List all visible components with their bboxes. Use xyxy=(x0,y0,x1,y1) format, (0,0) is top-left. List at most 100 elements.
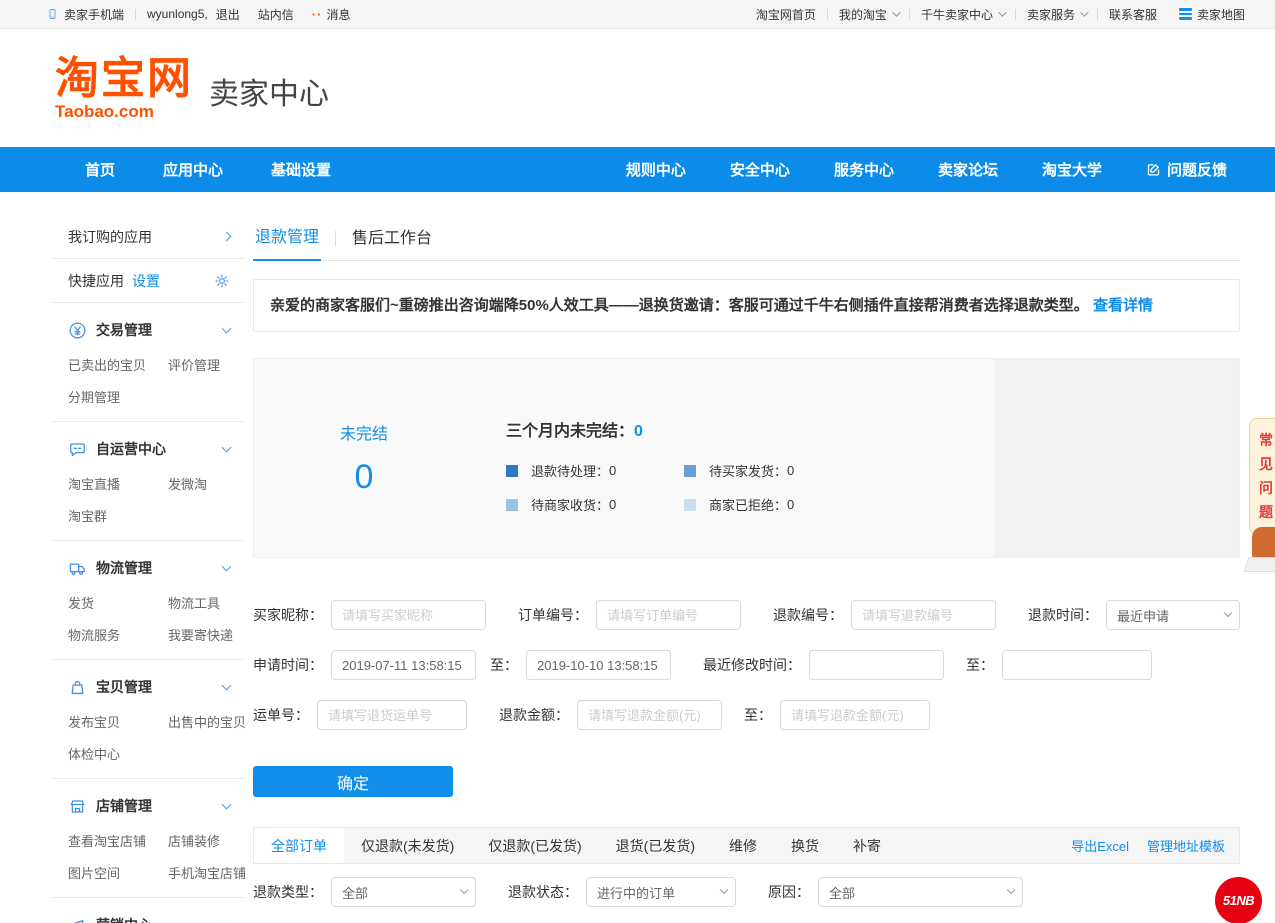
waybill-input[interactable] xyxy=(317,700,467,730)
divider xyxy=(909,9,910,20)
nav-seller-forum[interactable]: 卖家论坛 xyxy=(938,159,998,180)
refund-time-select[interactable]: 最近申请 xyxy=(1106,600,1240,630)
apply-time-to-input[interactable] xyxy=(526,650,671,680)
sidebar-item-health-center[interactable]: 体检中心 xyxy=(68,744,168,763)
my-taobao-link[interactable]: 我的淘宝 xyxy=(839,6,887,23)
nav-home[interactable]: 首页 xyxy=(85,159,115,180)
amount-from-input[interactable] xyxy=(577,700,722,730)
nav-security-center[interactable]: 安全中心 xyxy=(730,159,790,180)
sidebar-item-shop-decoration[interactable]: 店铺装修 xyxy=(168,831,246,850)
page-title: 卖家中心 xyxy=(209,69,329,113)
logout-link[interactable]: 退出 xyxy=(216,6,240,23)
amount-to-input[interactable] xyxy=(780,700,930,730)
megaphone-icon xyxy=(68,916,87,923)
watermark-51nb: 51NB xyxy=(1215,877,1262,923)
divider xyxy=(135,9,136,20)
notice-detail-link[interactable]: 查看详情 xyxy=(1093,297,1153,314)
logo-cn-text: 淘宝网 xyxy=(55,57,193,101)
refund-status-label: 退款状态： xyxy=(508,882,578,902)
tab-refund-mgmt[interactable]: 退款管理 xyxy=(253,223,321,261)
section-header-trade[interactable]: 交易管理 xyxy=(68,320,230,340)
modify-time-from-input[interactable] xyxy=(809,650,944,680)
reason-label: 原因： xyxy=(768,882,810,902)
qianniu-link[interactable]: 千牛卖家中心 xyxy=(921,6,993,23)
chevron-down-icon xyxy=(998,8,1006,16)
order-no-input[interactable] xyxy=(596,600,741,630)
section-header-shop[interactable]: 店铺管理 xyxy=(68,796,230,816)
sidebar-item-sold-items[interactable]: 已卖出的宝贝 xyxy=(68,355,168,374)
order-tab-refund-unshipped[interactable]: 仅退款(未发货) xyxy=(344,828,471,863)
legend-value: 0 xyxy=(609,463,616,478)
unfinished-count[interactable]: 0 xyxy=(355,458,374,497)
tab-aftersale-workbench[interactable]: 售后工作台 xyxy=(350,224,434,260)
sidebar-item-send-express[interactable]: 我要寄快递 xyxy=(168,625,233,644)
confirm-button[interactable]: 确定 xyxy=(253,766,453,797)
sidebar-subscribed-apps[interactable]: 我订购的应用 xyxy=(52,215,245,259)
sidebar-section-items: 宝贝管理 发布宝贝 出售中的宝贝 体检中心 xyxy=(52,660,245,779)
refund-no-input[interactable] xyxy=(851,600,996,630)
chevron-down-icon xyxy=(222,918,232,923)
sidebar-item-ship[interactable]: 发货 xyxy=(68,593,168,612)
gear-icon[interactable] xyxy=(214,273,230,289)
search-row-2: 申请时间： 至： 最近修改时间： 至： xyxy=(253,650,1240,680)
apply-time-from-input[interactable] xyxy=(331,650,476,680)
to-label: 至： xyxy=(490,655,518,675)
messages-link[interactable]: 消息 xyxy=(326,6,350,23)
nav-taobao-university[interactable]: 淘宝大学 xyxy=(1042,159,1102,180)
refund-status-select[interactable]: 进行中的订单 xyxy=(586,877,736,907)
sidebar-item-image-space[interactable]: 图片空间 xyxy=(68,863,168,882)
seller-mobile-link[interactable]: 卖家手机端 xyxy=(64,6,124,23)
sidebar-item-publish-item[interactable]: 发布宝贝 xyxy=(68,712,168,731)
section-title: 营销中心 xyxy=(96,915,223,923)
faq-float-button[interactable]: 常见问题 xyxy=(1249,418,1275,535)
quick-apps-label: 快捷应用 xyxy=(68,271,124,291)
chat-icon xyxy=(68,440,87,459)
sidebar-item-logistics-tools[interactable]: 物流工具 xyxy=(168,593,233,612)
seller-services-link[interactable]: 卖家服务 xyxy=(1027,6,1075,23)
section-header-self-operation[interactable]: 自运营中心 xyxy=(68,439,230,459)
modify-time-to-input[interactable] xyxy=(1002,650,1152,680)
order-tab-all[interactable]: 全部订单 xyxy=(254,828,344,863)
sidebar-section-logistics: 物流管理 发货 物流工具 物流服务 我要寄快递 xyxy=(52,541,245,660)
nav-rules-center[interactable]: 规则中心 xyxy=(626,159,686,180)
inbox-link[interactable]: 站内信 xyxy=(258,6,294,23)
nav-app-center[interactable]: 应用中心 xyxy=(163,159,223,180)
nav-service-center[interactable]: 服务中心 xyxy=(834,159,894,180)
reason-select[interactable]: 全部 xyxy=(818,877,1023,907)
order-tab-repair[interactable]: 维修 xyxy=(712,828,774,863)
sidebar-item-rating-mgmt[interactable]: 评价管理 xyxy=(168,355,230,374)
section-header-logistics[interactable]: 物流管理 xyxy=(68,558,230,578)
message-dots-badge: ·· xyxy=(312,7,323,22)
sidebar-item-items-on-sale[interactable]: 出售中的宝贝 xyxy=(168,712,246,731)
export-excel-link[interactable]: 导出Excel xyxy=(1071,836,1129,855)
reason-value: 全部 xyxy=(829,883,855,902)
order-tab-exchange[interactable]: 换货 xyxy=(774,828,836,863)
sidebar-item-weitao[interactable]: 发微淘 xyxy=(168,474,230,493)
manage-address-template-link[interactable]: 管理地址模板 xyxy=(1147,836,1225,855)
seller-map-link[interactable]: 卖家地图 xyxy=(1197,6,1245,23)
sidebar-item-view-shop[interactable]: 查看淘宝店铺 xyxy=(68,831,168,850)
sidebar-item-mobile-shop[interactable]: 手机淘宝店铺 xyxy=(168,863,246,882)
mascot xyxy=(1252,527,1275,559)
sidebar-item-logistics-services[interactable]: 物流服务 xyxy=(68,625,168,644)
nav-basic-settings[interactable]: 基础设置 xyxy=(271,159,331,180)
order-tab-refund-shipped[interactable]: 仅退款(已发货) xyxy=(471,828,598,863)
legend-item-seller-rejected: 商家已拒绝：0 xyxy=(684,495,862,514)
taobao-home-link[interactable]: 淘宝网首页 xyxy=(756,6,816,23)
divider xyxy=(827,9,828,20)
section-header-marketing[interactable]: 营销中心 xyxy=(68,915,230,923)
sidebar-item-taobao-groups[interactable]: 淘宝群 xyxy=(68,506,168,525)
quick-apps-settings-link[interactable]: 设置 xyxy=(132,271,160,291)
stats-side-image xyxy=(994,359,1239,557)
order-tab-reship[interactable]: 补寄 xyxy=(836,828,898,863)
sidebar-item-installment-mgmt[interactable]: 分期管理 xyxy=(68,387,168,406)
section-header-items[interactable]: 宝贝管理 xyxy=(68,677,230,697)
refund-type-select[interactable]: 全部 xyxy=(331,877,476,907)
taobao-logo[interactable]: 淘宝网 Taobao.com xyxy=(55,57,193,120)
buyer-nick-input[interactable] xyxy=(331,600,486,630)
legend-label: 待买家发货： xyxy=(709,461,787,480)
sidebar-item-taobao-live[interactable]: 淘宝直播 xyxy=(68,474,168,493)
contact-support-link[interactable]: 联系客服 xyxy=(1109,6,1157,23)
order-tab-return-shipped[interactable]: 退货(已发货) xyxy=(599,828,712,863)
nav-feedback[interactable]: 问题反馈 xyxy=(1146,159,1227,180)
